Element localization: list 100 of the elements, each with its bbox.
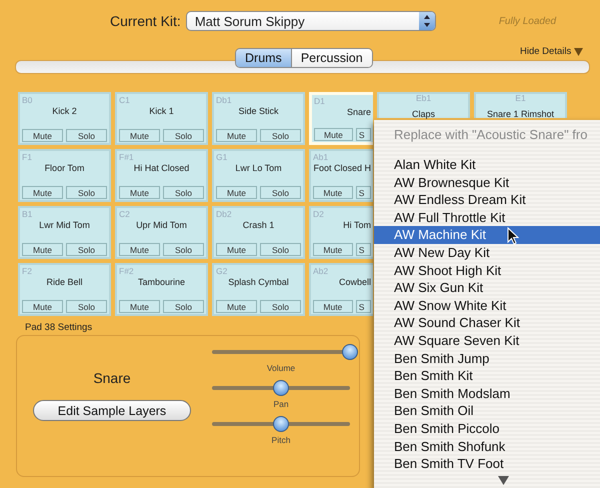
menu-item[interactable]: Ben Smith Jump [374,350,600,368]
note-label: F#2 [119,266,135,276]
mute-button[interactable]: Mute [216,186,257,199]
pad-title: Snare [93,370,131,386]
pad-name: Crash 1 [242,219,276,231]
kit-popup[interactable]: Matt Sorum Skippy [186,11,436,31]
drum-pad[interactable]: F1 Floor Tom Mute Solo [18,149,111,202]
slider-thumb[interactable] [273,380,289,396]
pad-name: Hi Tom [342,219,371,231]
tab[interactable]: Drums [236,49,292,67]
drum-pad[interactable]: F#1 Hi Hat Closed Mute Solo [115,149,208,202]
scroll-down-icon[interactable] [498,476,509,485]
mute-button[interactable]: Mute [119,129,160,142]
drum-pad[interactable]: F#2 Tambourine Mute Solo [115,263,208,316]
solo-button[interactable]: Solo [260,243,301,256]
pad-name: Kick 2 [51,105,78,117]
pad-name: Floor Tom [44,162,86,174]
menu-item[interactable]: AW Snow White Kit [374,296,600,314]
menu-item[interactable]: Ben Smith Shofunk [374,438,600,456]
note-label: D1 [314,96,326,106]
menu-item[interactable]: AW Six Gun Kit [374,279,600,297]
drum-pad[interactable]: Ab2 Cowbell Mute S [309,263,373,316]
hide-details-link[interactable]: Hide Details [520,46,572,57]
menu-item[interactable]: Alan White Kit [374,156,600,174]
note-label: F#1 [119,152,135,162]
kit-label: Current Kit: [110,13,181,29]
mute-button[interactable]: Mute [22,243,63,256]
menu-item[interactable]: Ben Smith TV Foot [374,455,600,473]
drum-pad[interactable]: Ab1 Foot Closed H Mute S [309,149,373,202]
mute-button[interactable]: Mute [313,300,353,313]
pad-name: Upr Mid Tom [135,219,188,231]
solo-button[interactable]: Solo [163,243,204,256]
solo-button[interactable]: Solo [163,129,204,142]
drum-pad[interactable]: C1 Kick 1 Mute Solo [115,92,208,145]
mute-button[interactable]: Mute [119,300,160,313]
mute-button[interactable]: Mute [119,186,160,199]
drum-pad[interactable]: B1 Lwr Mid Tom Mute Solo [18,206,111,259]
tab[interactable]: Percussion [292,49,372,67]
note-label: F2 [22,266,33,276]
solo-button[interactable]: S [356,243,371,256]
note-label: B0 [22,95,34,105]
drum-pad[interactable]: Db2 Crash 1 Mute Solo [212,206,305,259]
pad-name: Claps [412,108,435,120]
menu-item[interactable]: AW Machine Kit [374,226,600,244]
drum-pad[interactable]: Eb1 Claps [377,92,470,118]
menu-item[interactable]: Ben Smith Piccolo [374,420,600,438]
solo-button[interactable]: Solo [163,300,204,313]
solo-button[interactable]: Solo [260,300,301,313]
menu-item[interactable]: Ben Smith Modslam [374,384,600,402]
solo-button[interactable]: Solo [66,243,107,256]
mute-button[interactable]: Mute [313,186,353,199]
drum-pad[interactable]: G2 Splash Cymbal Mute Solo [212,263,305,316]
drum-pad[interactable]: F2 Ride Bell Mute Solo [18,263,111,316]
stepper-icon [418,12,435,30]
triangle-icon[interactable] [574,48,584,56]
pad-name: Cowbell [338,276,371,288]
mute-button[interactable]: Mute [119,243,160,256]
menu-item[interactable]: AW Brownesque Kit [374,174,600,192]
menu-item[interactable]: Ben Smith Kit [374,367,600,385]
solo-button[interactable]: S [356,128,371,141]
menu-item[interactable]: AW Sound Chaser Kit [374,314,600,332]
slider-thumb[interactable] [273,416,289,432]
solo-button[interactable]: Solo [260,186,301,199]
drum-pad[interactable]: B0 Kick 2 Mute Solo [18,92,111,145]
menu-item[interactable]: AW Endless Dream Kit [374,191,600,209]
mute-button[interactable]: Mute [313,243,353,256]
cursor-icon [507,227,519,245]
drum-pad[interactable]: D1 Snare Mute S [309,92,373,145]
solo-button[interactable]: Solo [66,300,107,313]
solo-button[interactable]: S [356,186,371,199]
pad-name: Side Stick [237,105,280,117]
slider-label: Pan [273,399,289,409]
slider-thumb[interactable] [342,344,358,360]
mute-button[interactable]: Mute [216,300,257,313]
slider-label: Pitch [272,435,290,445]
mute-button[interactable]: Mute [216,129,257,142]
solo-button[interactable]: Solo [260,129,301,142]
mute-button[interactable]: Mute [216,243,257,256]
solo-button[interactable]: Solo [66,129,107,142]
menu-item[interactable]: Ben Smith Oil [374,402,600,420]
solo-button[interactable]: Solo [163,186,204,199]
mute-button[interactable]: Mute [22,300,63,313]
menu-item[interactable]: AW New Day Kit [374,244,600,262]
note-label: G1 [216,152,228,162]
menu-item[interactable]: AW Shoot High Kit [374,262,600,280]
drum-pad[interactable]: D2 Hi Tom Mute S [309,206,373,259]
note-label: Db2 [216,209,233,219]
edit-layers-button[interactable]: Edit Sample Layers [33,400,191,421]
drum-pad[interactable]: C2 Upr Mid Tom Mute Solo [115,206,208,259]
drum-pad[interactable]: E1 Snare 1 Rimshot [474,92,567,118]
menu-item[interactable]: AW Square Seven Kit [374,332,600,350]
mute-button[interactable]: Mute [314,128,353,141]
pad-name: Splash Cymbal [227,276,290,288]
drum-pad[interactable]: G1 Lwr Lo Tom Mute Solo [212,149,305,202]
solo-button[interactable]: S [356,300,371,313]
mute-button[interactable]: Mute [22,186,63,199]
menu-item[interactable]: AW Full Throttle Kit [374,208,600,226]
solo-button[interactable]: Solo [66,186,107,199]
mute-button[interactable]: Mute [22,129,63,142]
drum-pad[interactable]: Db1 Side Stick Mute Solo [212,92,305,145]
